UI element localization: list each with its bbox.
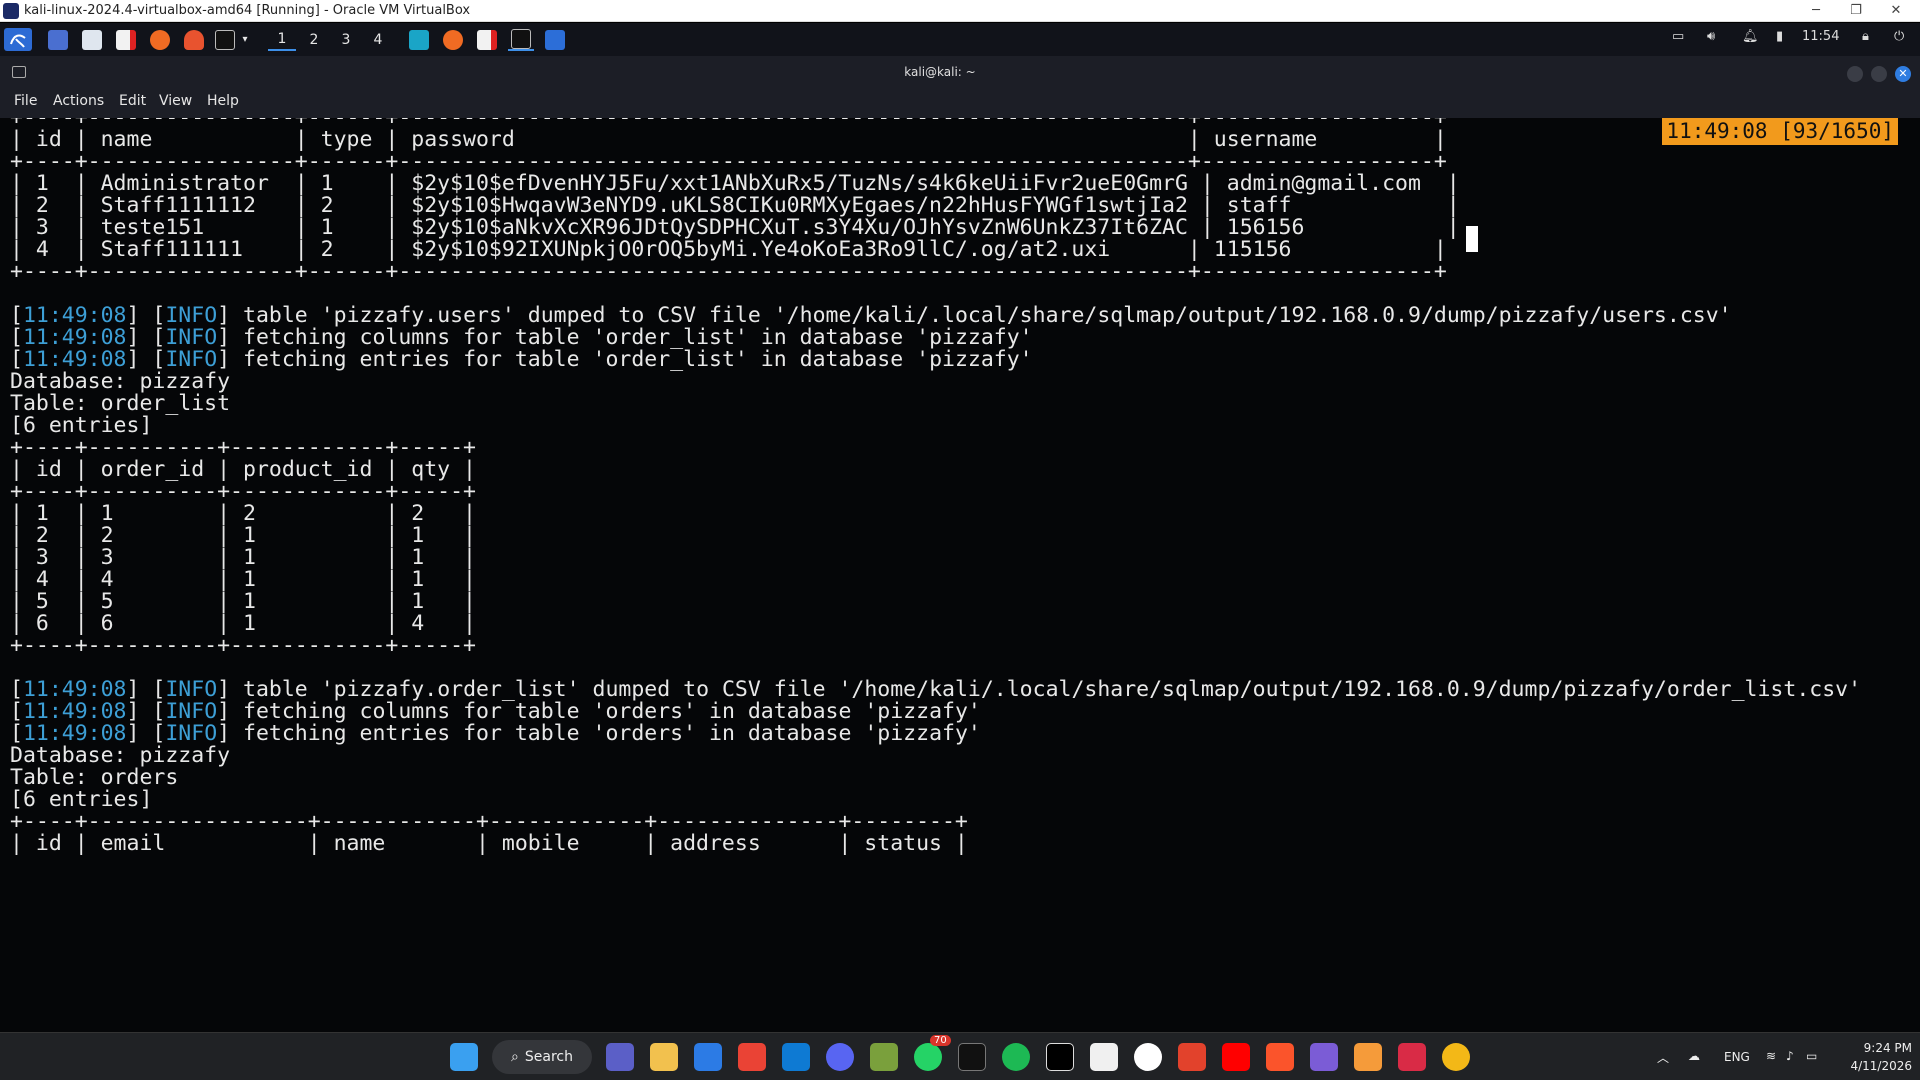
language-indicator[interactable]: ENG [1724, 1050, 1750, 1064]
terminal-line: | id | email | name | mobile | address |… [10, 831, 968, 856]
brave-icon[interactable] [1266, 1043, 1294, 1071]
terminal-title: kali@kali: ~ [904, 65, 976, 79]
workspace-4[interactable]: 4 [364, 28, 392, 51]
vscode-icon[interactable] [782, 1043, 810, 1071]
search-icon: ⌕ [511, 1049, 519, 1065]
chess-icon[interactable] [870, 1043, 898, 1071]
menu-actions[interactable]: Actions [53, 93, 104, 109]
wifi-icon[interactable]: ≋ [1766, 1049, 1776, 1063]
terminal-launcher-icon[interactable] [214, 28, 236, 51]
whatsapp-badge: 70 [930, 1035, 951, 1046]
terminal-menubar: File Actions Edit View Help [0, 90, 1920, 118]
store-icon[interactable] [694, 1043, 722, 1071]
search-button[interactable]: ⌕ Search [492, 1040, 592, 1074]
tray-chevron-icon[interactable]: ︿ [1657, 1049, 1669, 1066]
chevron-down-icon[interactable]: ▾ [238, 28, 252, 51]
speaker-icon[interactable]: ♪ [1786, 1049, 1794, 1063]
terminal-minimize-button[interactable] [1847, 66, 1863, 82]
file-manager-icon[interactable] [80, 28, 104, 51]
terminal-line: +----+----------------+------+----------… [10, 259, 1447, 284]
show-desktop-icon[interactable] [46, 28, 70, 51]
terminal-output[interactable]: +----+----------------+------+----------… [0, 118, 1920, 1032]
obsidian-icon[interactable] [1310, 1043, 1338, 1071]
vbox-window-title: kali-linux-2024.4-virtualbox-amd64 [Runn… [24, 3, 471, 18]
burpsuite-icon[interactable] [182, 28, 206, 51]
chrome-icon[interactable] [1442, 1043, 1470, 1071]
taskbar-time[interactable]: 9:24 PM [1856, 1041, 1912, 1055]
battery-icon: ▮ [1776, 29, 1784, 44]
terminal-titlebar: kali@kali: ~ ✕ [0, 56, 1920, 90]
workspace-2[interactable]: 2 [300, 28, 328, 51]
start-icon[interactable] [450, 1043, 478, 1071]
minimize-button[interactable]: ─ [1796, 1, 1836, 21]
running-window-icon[interactable] [544, 28, 566, 51]
terminal-maximize-button[interactable] [1871, 66, 1887, 82]
gmail-icon[interactable] [738, 1043, 766, 1071]
running-editor-icon[interactable] [476, 28, 498, 51]
youtube-icon[interactable] [1222, 1043, 1250, 1071]
volume-icon[interactable]: 🔊︎ [1707, 29, 1715, 44]
windows-taskbar: ⌕ Search 70 ︿ ☁ ENG ≋ ♪ ▭ 9:24 PM 4/11/2… [0, 1032, 1920, 1080]
font-app-icon[interactable] [1090, 1043, 1118, 1071]
menu-help[interactable]: Help [207, 93, 239, 109]
text-editor-icon[interactable] [114, 28, 138, 51]
close-button[interactable]: ✕ [1876, 1, 1916, 21]
taskbar-date[interactable]: 4/11/2026 [1844, 1059, 1912, 1073]
teams-icon[interactable] [606, 1043, 634, 1071]
git-app-icon[interactable] [1178, 1043, 1206, 1071]
notifications-icon[interactable]: 🔔︎ [1742, 29, 1759, 44]
search-label: Search [524, 1049, 573, 1065]
running-app-icon[interactable] [408, 28, 430, 51]
battery-tray-icon[interactable]: ▭ [1806, 1049, 1817, 1063]
app-icon[interactable] [1398, 1043, 1426, 1071]
kali-panel: ▾ 1 2 3 4 ▭ 🔊︎ 🔔︎ ▮ 11:54 🔒︎ ⏻ [0, 23, 1920, 56]
terminal-app-icon[interactable] [958, 1043, 986, 1071]
running-terminal-icon[interactable] [508, 28, 534, 51]
terminal-cursor [1466, 226, 1478, 252]
discord-icon[interactable] [826, 1043, 854, 1071]
display-icon[interactable]: ▭ [1672, 29, 1684, 44]
firefox-icon[interactable] [148, 28, 172, 51]
running-firefox-icon[interactable] [442, 28, 464, 51]
xampp-icon[interactable] [1354, 1043, 1382, 1071]
file-explorer-icon[interactable] [650, 1043, 678, 1071]
virtualbox-icon [3, 3, 19, 19]
whatsapp-icon[interactable] [914, 1043, 942, 1071]
notion-icon[interactable] [1046, 1043, 1074, 1071]
menu-edit[interactable]: Edit [119, 93, 146, 109]
restore-button[interactable]: ❐ [1836, 1, 1876, 21]
onedrive-icon[interactable]: ☁ [1688, 1049, 1700, 1063]
panel-clock[interactable]: 11:54 [1802, 29, 1839, 44]
github-icon[interactable] [1134, 1043, 1162, 1071]
menu-file[interactable]: File [14, 93, 37, 109]
terminal-line: +----+----------+------------+-----+ [10, 633, 476, 658]
kali-menu-icon[interactable] [4, 28, 32, 51]
spotify-icon[interactable] [1002, 1043, 1030, 1071]
terminal-close-button[interactable]: ✕ [1895, 66, 1911, 82]
vbox-titlebar: kali-linux-2024.4-virtualbox-amd64 [Runn… [0, 0, 1920, 22]
workspace-3[interactable]: 3 [332, 28, 360, 51]
logout-icon[interactable]: ⏻ [1894, 29, 1904, 44]
status-clock: 11:49:08 [93/1650] [1662, 118, 1898, 145]
workspace-1[interactable]: 1 [268, 28, 296, 51]
menu-view[interactable]: View [159, 93, 192, 109]
lock-icon[interactable]: 🔒︎ [1862, 29, 1869, 44]
